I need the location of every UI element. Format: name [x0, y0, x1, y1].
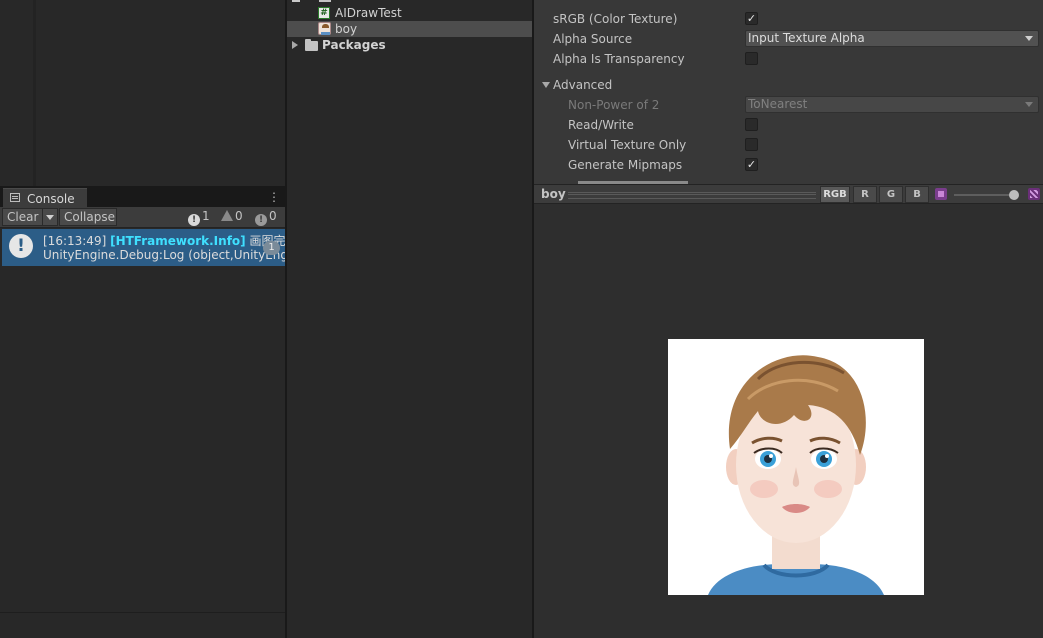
checkmark-icon: ✓ [746, 158, 757, 171]
npot-label: Non-Power of 2 [568, 98, 660, 112]
srgb-checkbox[interactable]: ✓ [745, 12, 758, 25]
log-entry-stacktrace: UnityEngine.Debug:Log (object,UnityEngin… [43, 248, 285, 262]
npot-dropdown: ToNearest [745, 96, 1039, 113]
log-entry-count-badge: 1 [263, 241, 280, 255]
npot-row: Non-Power of 2 ToNearest [534, 95, 1043, 115]
foldout-arrow-icon [542, 82, 550, 88]
chevron-down-icon [1025, 36, 1033, 41]
clear-options-dropdown[interactable] [42, 208, 58, 226]
console-log-entry[interactable]: ! [16:13:49] [HTFramework.Info] 画图完毕 Uni… [2, 229, 285, 266]
texture-preview-image [668, 339, 924, 595]
tree-toggle-icon [292, 0, 300, 2]
project-item-label: boy [335, 22, 358, 36]
info-filter-toggle[interactable]: ! 1 [188, 208, 210, 226]
preview-drag-handle[interactable] [568, 192, 816, 199]
console-detail-divider[interactable] [0, 612, 285, 613]
virtual-texture-label: Virtual Texture Only [568, 138, 687, 152]
warning-icon [221, 210, 233, 221]
console-panel: Console ⋮ Clear Collapse ! 1 0 ! 0 ! [16:1… [0, 187, 285, 638]
scene-view-divider [33, 0, 36, 186]
collapse-button[interactable]: Collapse [59, 208, 117, 226]
channel-rgb-label: RGB [823, 189, 847, 200]
chevron-down-icon [1025, 102, 1033, 107]
channel-r-label: R [861, 189, 869, 200]
log-entry-header: [16:13:49] [HTFramework.Info] 画图完毕 [43, 232, 285, 249]
alpha-transparency-label: Alpha Is Transparency [553, 52, 685, 66]
mipmap-icon [935, 188, 947, 200]
npot-value: ToNearest [748, 97, 808, 111]
virtual-texture-checkbox[interactable] [745, 138, 758, 151]
info-message-icon: ! [9, 234, 33, 258]
channel-rgb-button[interactable]: RGB [820, 186, 850, 203]
read-write-checkbox[interactable] [745, 118, 758, 131]
channel-b-label: B [913, 189, 921, 200]
kebab-menu-icon[interactable]: ⋮ [268, 191, 280, 203]
log-entry-time: [16:13:49] [43, 234, 107, 248]
collapse-button-label: Collapse [64, 210, 115, 224]
error-count: 0 [269, 209, 277, 223]
tab-console[interactable]: Console [3, 188, 87, 207]
project-item-label: AIDrawTest [335, 6, 402, 20]
channel-r-button[interactable]: R [853, 186, 877, 203]
alpha-source-row: Alpha Source Input Texture Alpha [534, 29, 1043, 49]
virtual-texture-row: Virtual Texture Only [534, 135, 1043, 155]
info-icon: ! [188, 214, 200, 226]
warning-count: 0 [235, 209, 243, 223]
project-item-boy[interactable]: boy [287, 21, 532, 37]
warning-filter-toggle[interactable]: 0 [221, 208, 243, 226]
alpha-source-dropdown[interactable]: Input Texture Alpha [745, 30, 1039, 47]
project-item-aidrawtest[interactable]: # AIDrawTest [287, 5, 532, 21]
console-tab-strip: Console ⋮ [0, 187, 285, 207]
read-write-label: Read/Write [568, 118, 634, 132]
generate-mipmaps-label: Generate Mipmaps [568, 158, 683, 172]
read-write-row: Read/Write [534, 115, 1043, 135]
advanced-label: Advanced [553, 78, 613, 92]
clear-button[interactable]: Clear [2, 208, 44, 226]
error-icon: ! [255, 214, 267, 226]
alpha-source-label: Alpha Source [553, 32, 633, 46]
image-icon [318, 22, 331, 35]
expand-arrow-icon[interactable] [292, 41, 298, 49]
srgb-label: sRGB (Color Texture) [553, 12, 678, 26]
alpha-source-value: Input Texture Alpha [748, 31, 865, 45]
folder-icon [305, 39, 318, 51]
project-browser-panel: # AIDrawTest boy Packages [287, 0, 532, 638]
info-count: 1 [202, 209, 210, 223]
folder-icon [319, 0, 331, 2]
mip-level-slider-thumb[interactable] [1009, 190, 1019, 200]
error-filter-toggle[interactable]: ! 0 [255, 208, 277, 226]
alpha-toggle-icon[interactable] [1028, 188, 1040, 200]
scene-view-panel[interactable] [0, 0, 285, 186]
tab-console-label: Console [27, 192, 75, 206]
chevron-down-icon [46, 215, 54, 220]
mip-level-slider[interactable] [954, 194, 1014, 196]
channel-b-button[interactable]: B [905, 186, 929, 203]
console-icon [10, 193, 20, 202]
project-item-label: Packages [322, 38, 386, 52]
generate-mipmaps-row: Generate Mipmaps ✓ [534, 155, 1043, 175]
boy-portrait-illustration [668, 339, 924, 595]
preview-toolbar[interactable]: boy RGB R G B [534, 184, 1043, 204]
srgb-row: sRGB (Color Texture) ✓ [534, 9, 1043, 29]
texture-preview-area [534, 204, 1043, 638]
advanced-foldout[interactable]: Advanced [534, 75, 1043, 95]
alpha-transparency-row: Alpha Is Transparency [534, 49, 1043, 69]
channel-g-label: G [886, 189, 896, 200]
checkmark-icon: ✓ [746, 12, 757, 25]
preview-title: boy [541, 187, 566, 201]
project-tree-cut-row [287, 0, 532, 4]
alpha-transparency-checkbox[interactable] [745, 52, 758, 65]
log-entry-tag: [HTFramework.Info] [110, 234, 246, 248]
csharp-script-icon: # [318, 7, 330, 19]
clear-button-label: Clear [7, 210, 39, 224]
channel-g-button[interactable]: G [879, 186, 903, 203]
console-toolbar: Clear Collapse ! 1 0 ! 0 [0, 207, 285, 228]
inspector-panel: sRGB (Color Texture) ✓ Alpha Source Inpu… [534, 0, 1043, 638]
project-item-packages[interactable]: Packages [287, 37, 532, 53]
generate-mipmaps-checkbox[interactable]: ✓ [745, 158, 758, 171]
